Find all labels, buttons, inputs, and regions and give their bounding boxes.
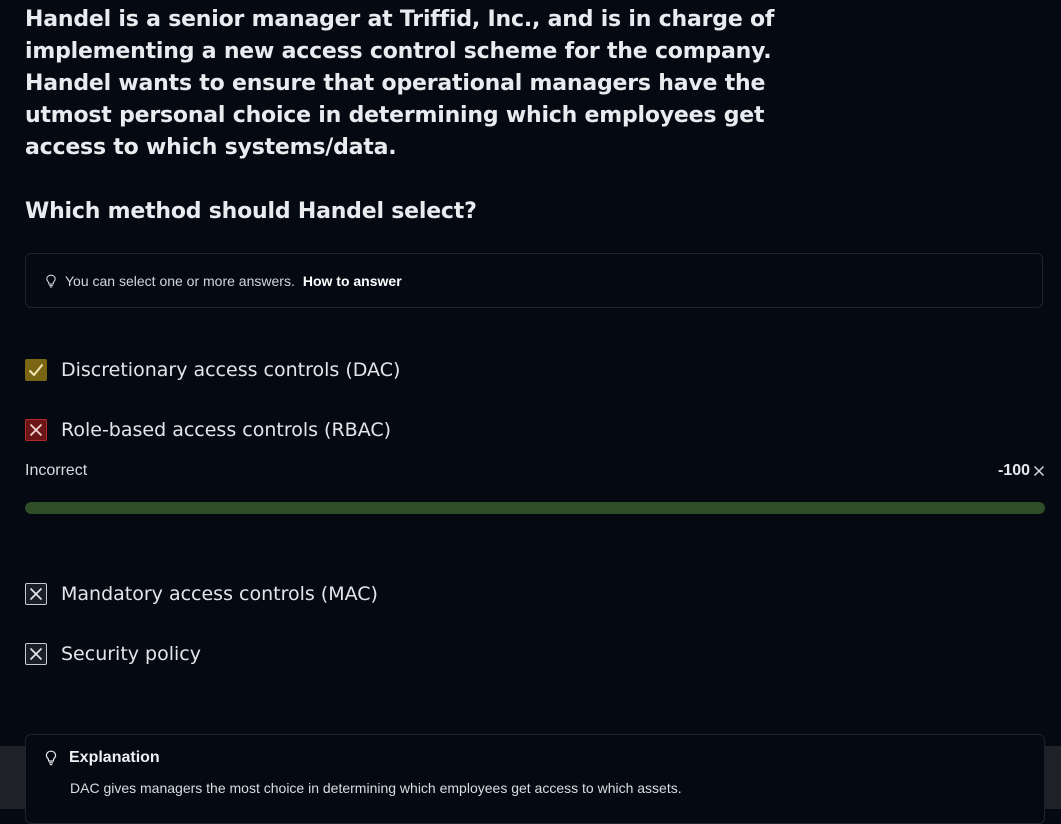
progress-fill <box>25 502 1045 514</box>
explanation-title: Explanation <box>69 749 160 766</box>
option-label: Mandatory access controls (MAC) <box>61 583 378 605</box>
x-icon[interactable] <box>25 583 47 605</box>
option-label: Security policy <box>61 643 201 665</box>
close-icon[interactable] <box>1033 465 1045 477</box>
hint-box: You can select one or more answers. How … <box>25 253 1043 308</box>
question-prompt: Which method should Handel select? <box>25 199 477 224</box>
feedback-score: -100 <box>998 462 1045 480</box>
option-dac[interactable]: Discretionary access controls (DAC) <box>25 359 400 381</box>
score-value: -100 <box>997 462 1030 479</box>
x-icon[interactable] <box>25 419 47 441</box>
explanation-header: Explanation <box>45 749 160 767</box>
question-text: Handel is a senior manager at Triffid, I… <box>25 7 775 160</box>
lightbulb-icon <box>45 274 57 288</box>
checkmark-icon[interactable] <box>25 359 47 381</box>
x-icon[interactable] <box>25 643 47 665</box>
option-security-policy[interactable]: Security policy <box>25 643 201 665</box>
option-label: Role-based access controls (RBAC) <box>61 419 392 441</box>
how-to-answer-link[interactable]: How to answer <box>303 273 402 289</box>
lightbulb-icon <box>45 750 57 766</box>
option-rbac[interactable]: Role-based access controls (RBAC) <box>25 419 391 441</box>
feedback-status: Incorrect <box>25 462 88 479</box>
feedback-progress-bar <box>25 502 1045 514</box>
explanation-text: DAC gives managers the most choice in de… <box>70 780 682 796</box>
explanation-panel: Explanation DAC gives managers the most … <box>25 734 1045 824</box>
hint-text: You can select one or more answers. <box>65 272 295 289</box>
option-label: Discretionary access controls (DAC) <box>61 359 401 381</box>
feedback-row: Incorrect -100 <box>25 462 1045 480</box>
option-mac[interactable]: Mandatory access controls (MAC) <box>25 583 378 605</box>
